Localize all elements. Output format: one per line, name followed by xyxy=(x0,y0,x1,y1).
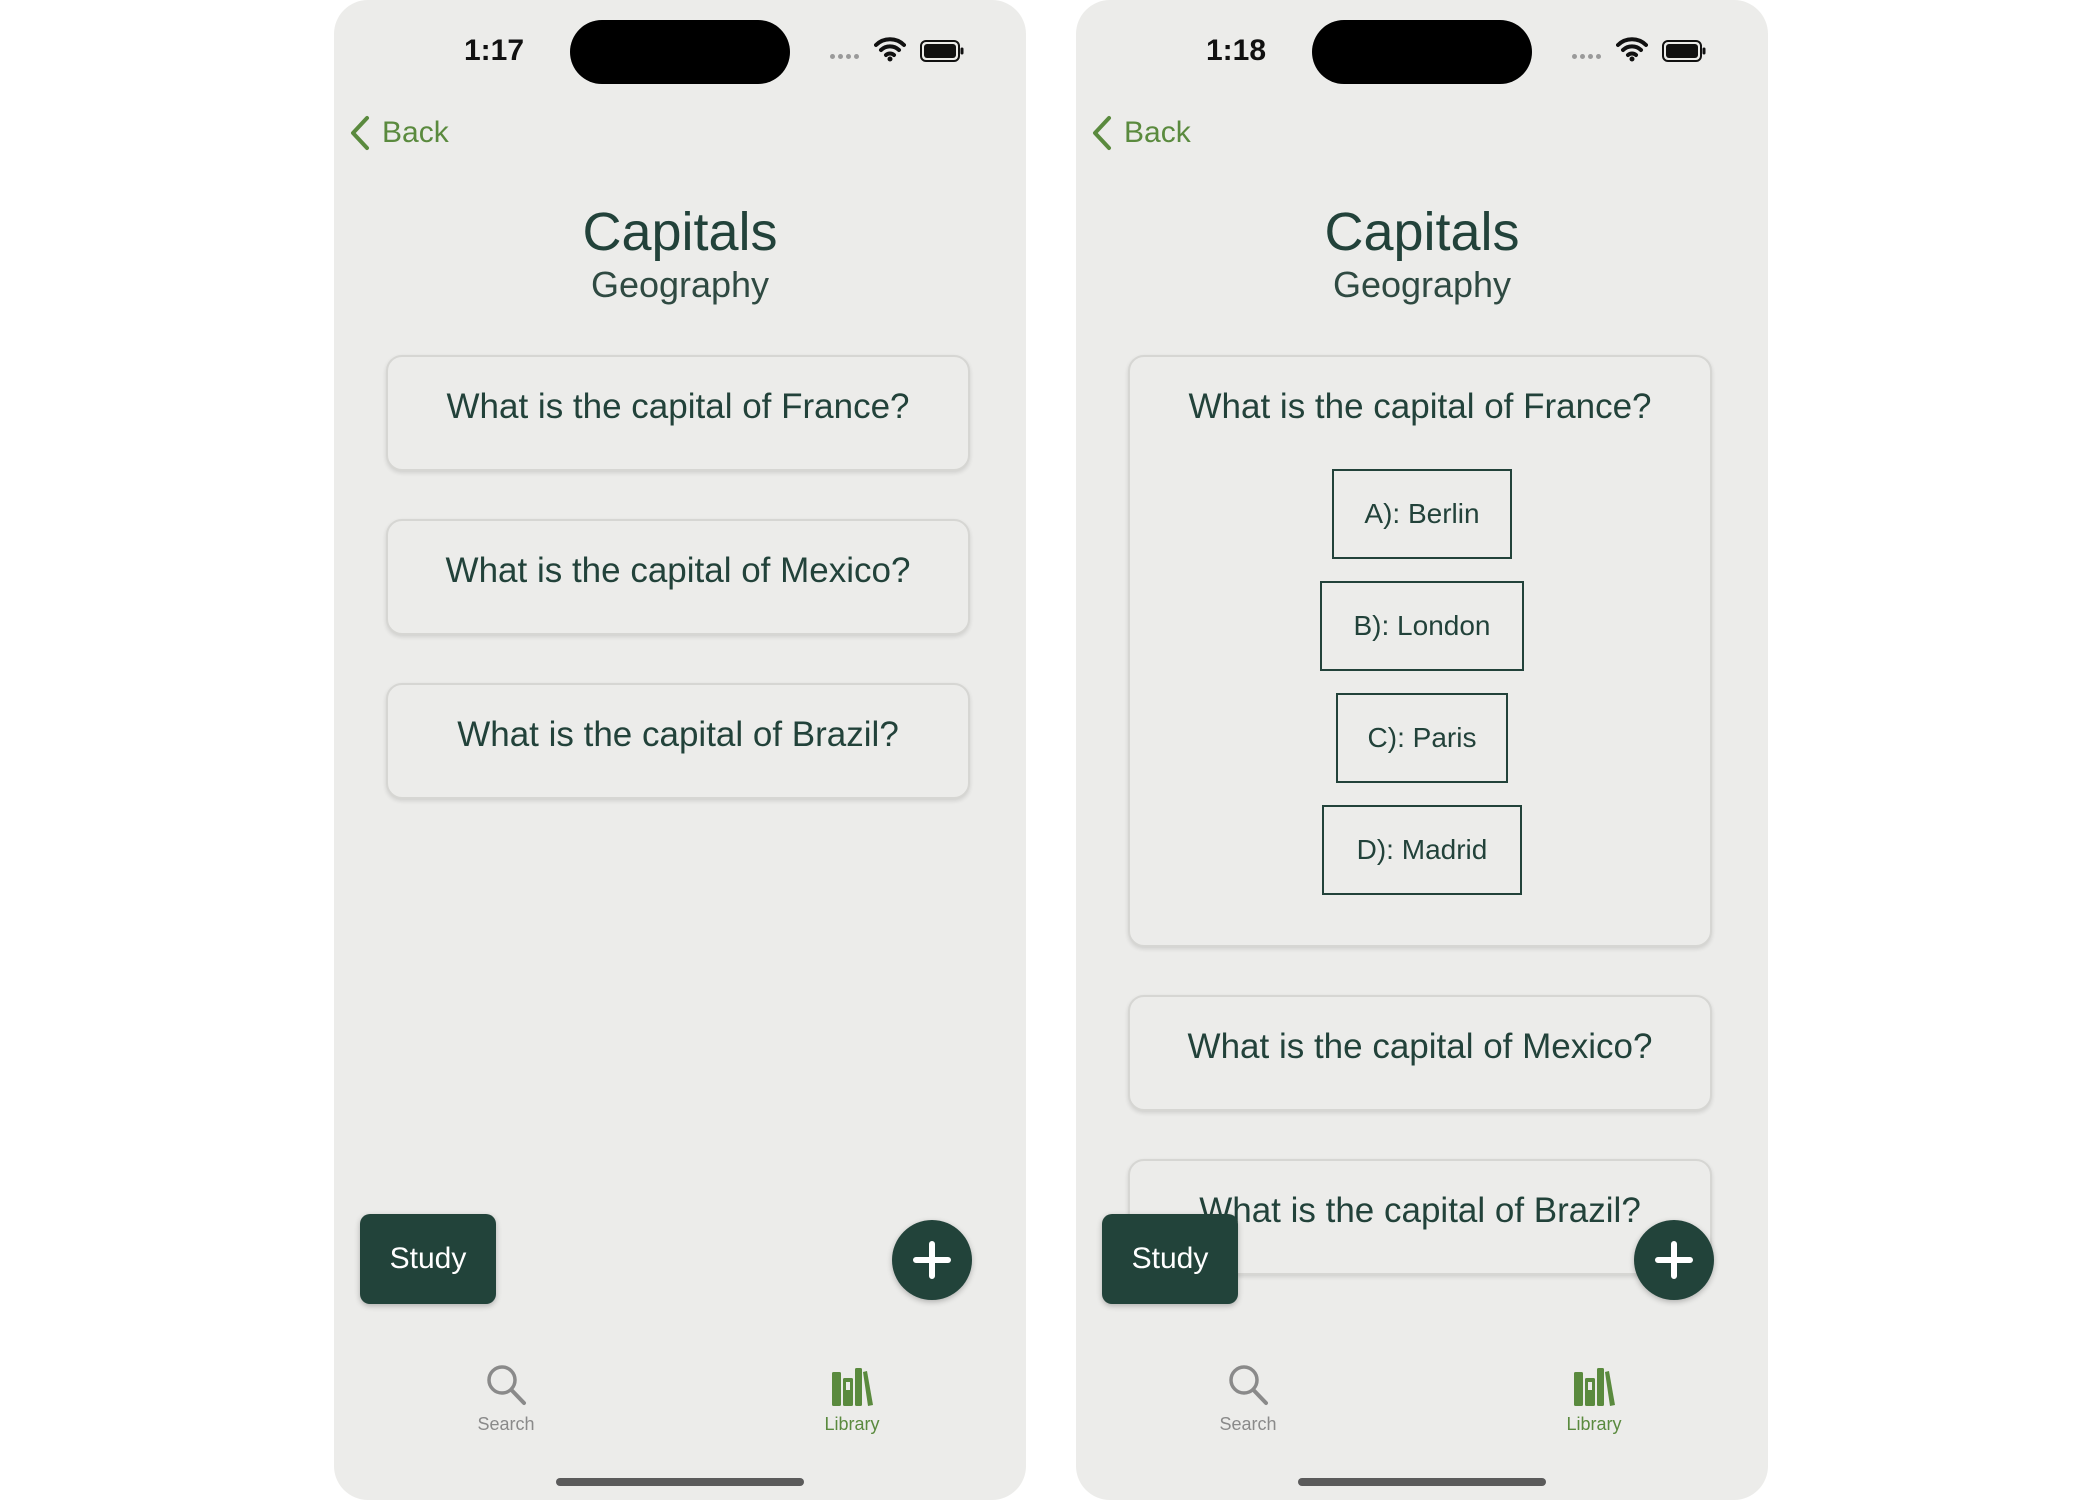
tab-library[interactable]: Library xyxy=(1514,1362,1674,1435)
question-text: What is the capital of Mexico? xyxy=(445,551,911,590)
question-text: What is the capital of France? xyxy=(1188,387,1652,426)
question-text: What is the capital of Mexico? xyxy=(1187,1027,1653,1066)
study-button[interactable]: Study xyxy=(360,1214,496,1304)
wifi-icon xyxy=(1616,37,1648,62)
question-card[interactable]: What is the capital of Mexico? xyxy=(1128,995,1712,1111)
deck-subtitle: Geography xyxy=(1332,264,1512,305)
chevron-left-icon xyxy=(1093,116,1111,150)
status-time: 1:17 xyxy=(463,34,525,67)
question-card-expanded[interactable]: What is the capital of France? A): Berli… xyxy=(1128,355,1712,947)
dynamic-island xyxy=(1312,20,1532,84)
phone-screen-left: 1:17 Back Capitals Geography What is the… xyxy=(334,0,1026,1500)
cellular-signal-icon xyxy=(1572,54,1606,60)
question-card[interactable]: What is the capital of France? xyxy=(386,355,970,471)
tab-library[interactable]: Library xyxy=(772,1362,932,1435)
tab-search[interactable]: Search xyxy=(1168,1362,1328,1435)
library-icon xyxy=(1574,1368,1615,1406)
study-button[interactable]: Study xyxy=(1102,1214,1238,1304)
chevron-left-icon xyxy=(351,116,369,150)
add-question-button[interactable] xyxy=(892,1220,972,1300)
answer-option[interactable]: C): Paris xyxy=(1336,693,1508,783)
library-icon xyxy=(832,1368,873,1406)
tab-search[interactable]: Search xyxy=(426,1362,586,1435)
search-icon xyxy=(1229,1365,1268,1405)
home-indicator xyxy=(1298,1478,1546,1486)
tab-label: Search xyxy=(477,1414,535,1434)
tab-label: Library xyxy=(1566,1414,1622,1434)
phone-screen-right: 1:18 Back Capitals Geography What is the… xyxy=(1076,0,1768,1500)
back-button[interactable]: Back xyxy=(348,110,449,156)
deck-title: Capitals xyxy=(1324,202,1520,262)
deck-title: Capitals xyxy=(582,202,778,262)
question-card[interactable]: What is the capital of Mexico? xyxy=(386,519,970,635)
search-icon xyxy=(487,1365,526,1405)
plus-icon xyxy=(1655,1241,1693,1279)
question-card[interactable]: What is the capital of Brazil? xyxy=(386,683,970,799)
battery-icon xyxy=(1662,40,1706,62)
add-question-button[interactable] xyxy=(1634,1220,1714,1300)
question-text: What is the capital of France? xyxy=(446,387,910,426)
back-label: Back xyxy=(382,116,449,149)
home-indicator xyxy=(556,1478,804,1486)
dynamic-island xyxy=(570,20,790,84)
back-button[interactable]: Back xyxy=(1090,110,1191,156)
tab-label: Library xyxy=(824,1414,880,1434)
wifi-icon xyxy=(874,37,906,62)
plus-icon xyxy=(913,1241,951,1279)
deck-subtitle: Geography xyxy=(590,264,770,305)
answer-option[interactable]: B): London xyxy=(1320,581,1524,671)
answer-option[interactable]: D): Madrid xyxy=(1322,805,1522,895)
back-label: Back xyxy=(1124,116,1191,149)
tab-label: Search xyxy=(1219,1414,1277,1434)
battery-icon xyxy=(920,40,964,62)
status-time: 1:18 xyxy=(1205,34,1267,67)
answer-option[interactable]: A): Berlin xyxy=(1332,469,1512,559)
question-text: What is the capital of Brazil? xyxy=(457,715,899,754)
cellular-signal-icon xyxy=(830,54,864,60)
